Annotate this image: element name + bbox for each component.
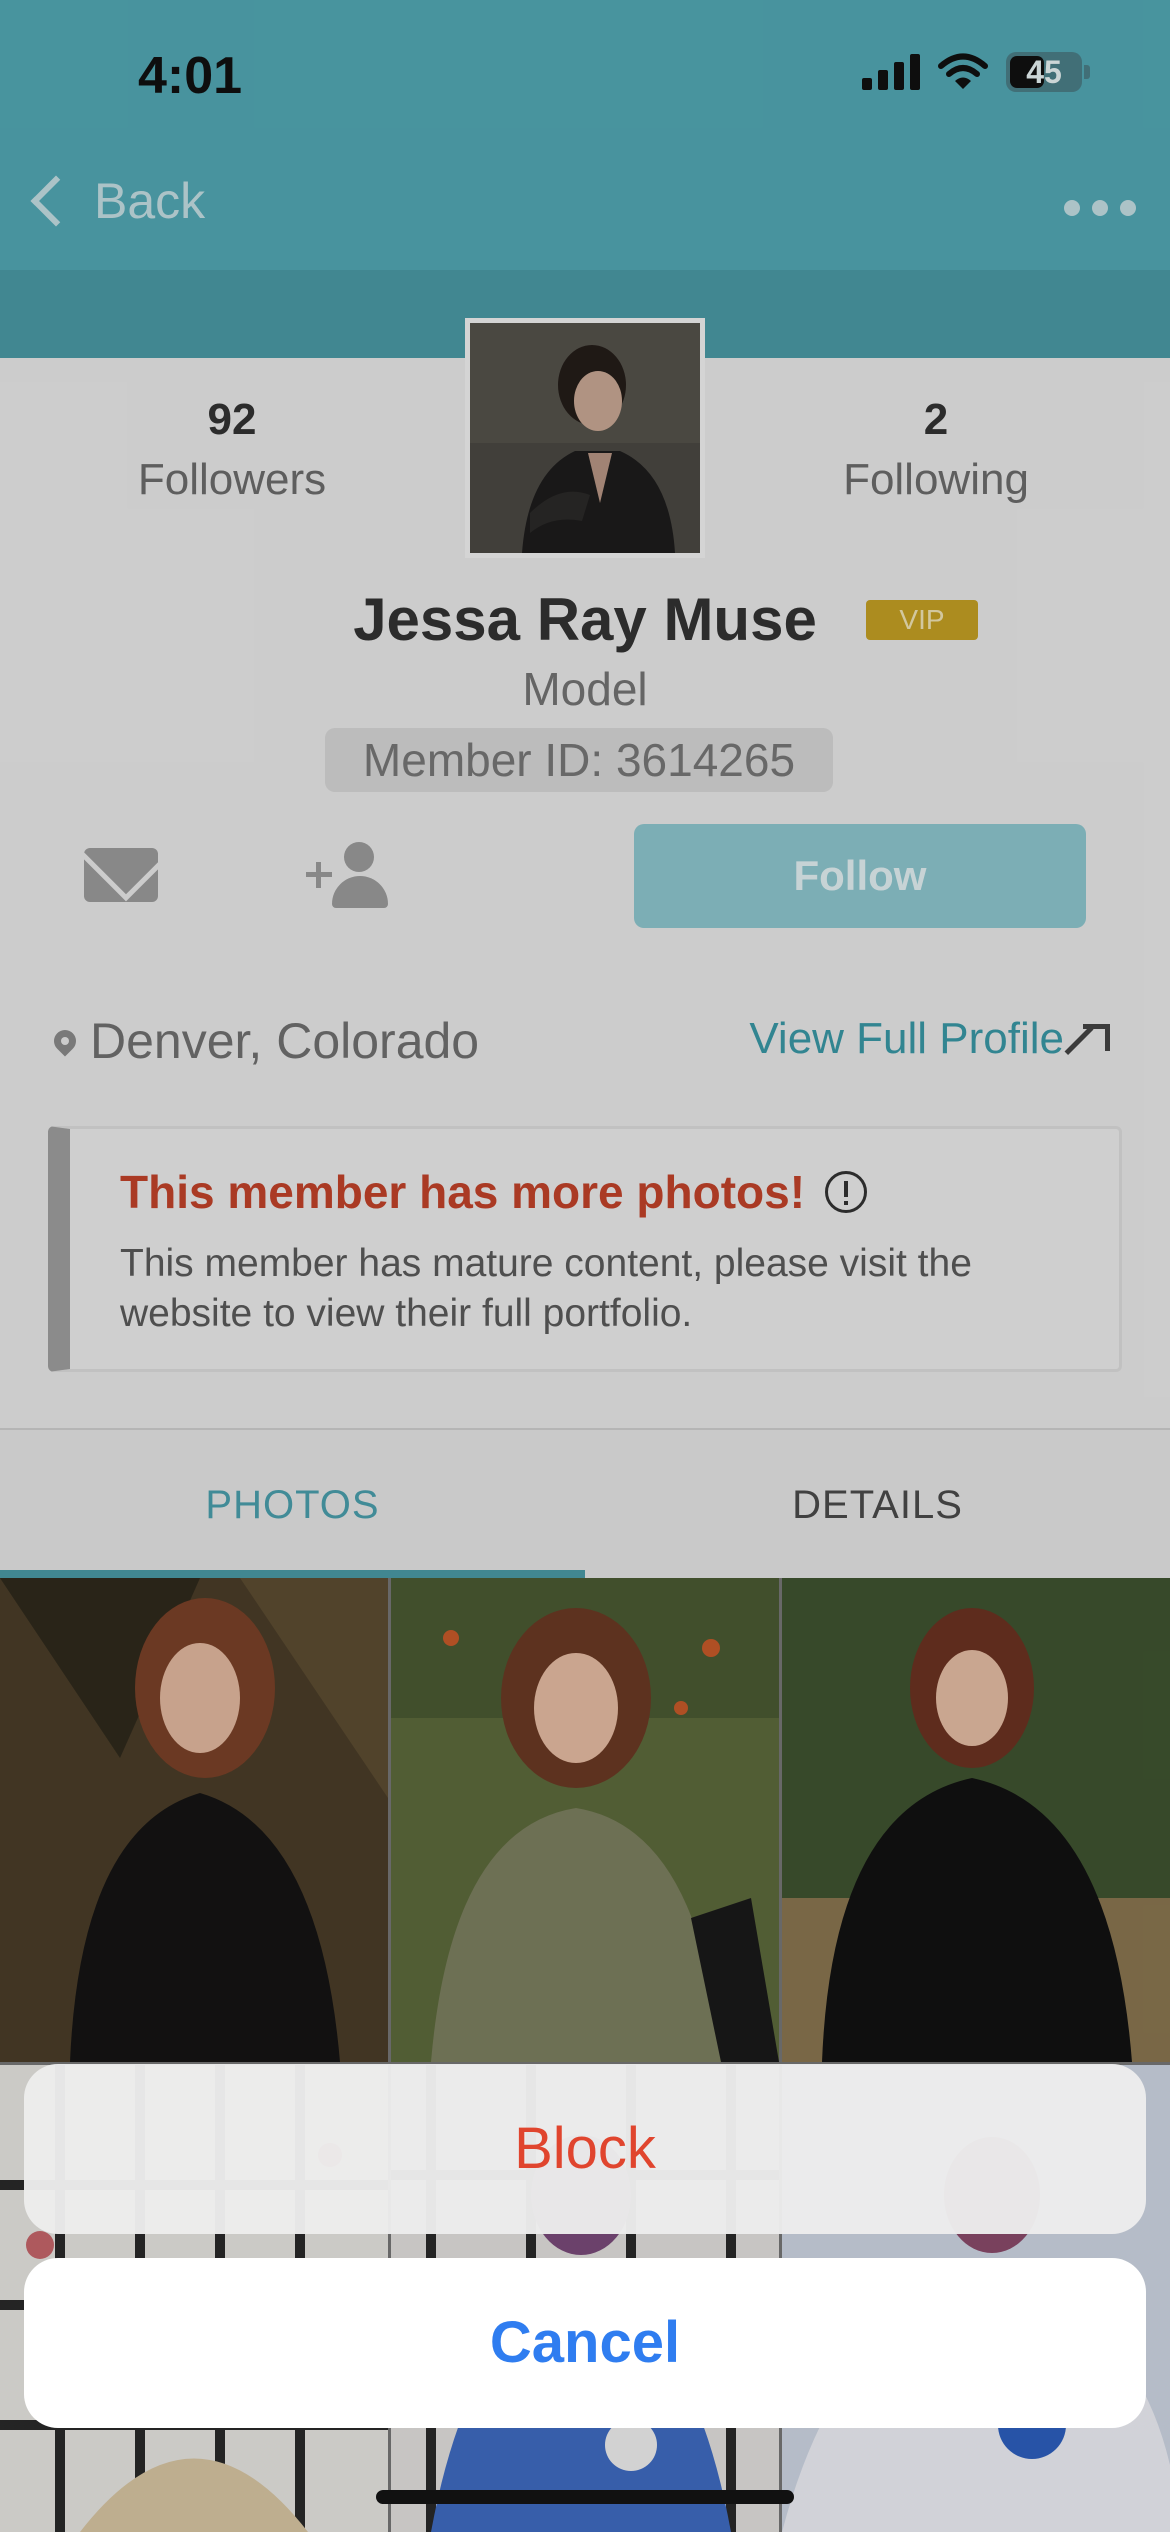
- block-button[interactable]: Block: [24, 2064, 1146, 2234]
- home-indicator: [376, 2490, 794, 2504]
- cancel-button[interactable]: Cancel: [24, 2258, 1146, 2428]
